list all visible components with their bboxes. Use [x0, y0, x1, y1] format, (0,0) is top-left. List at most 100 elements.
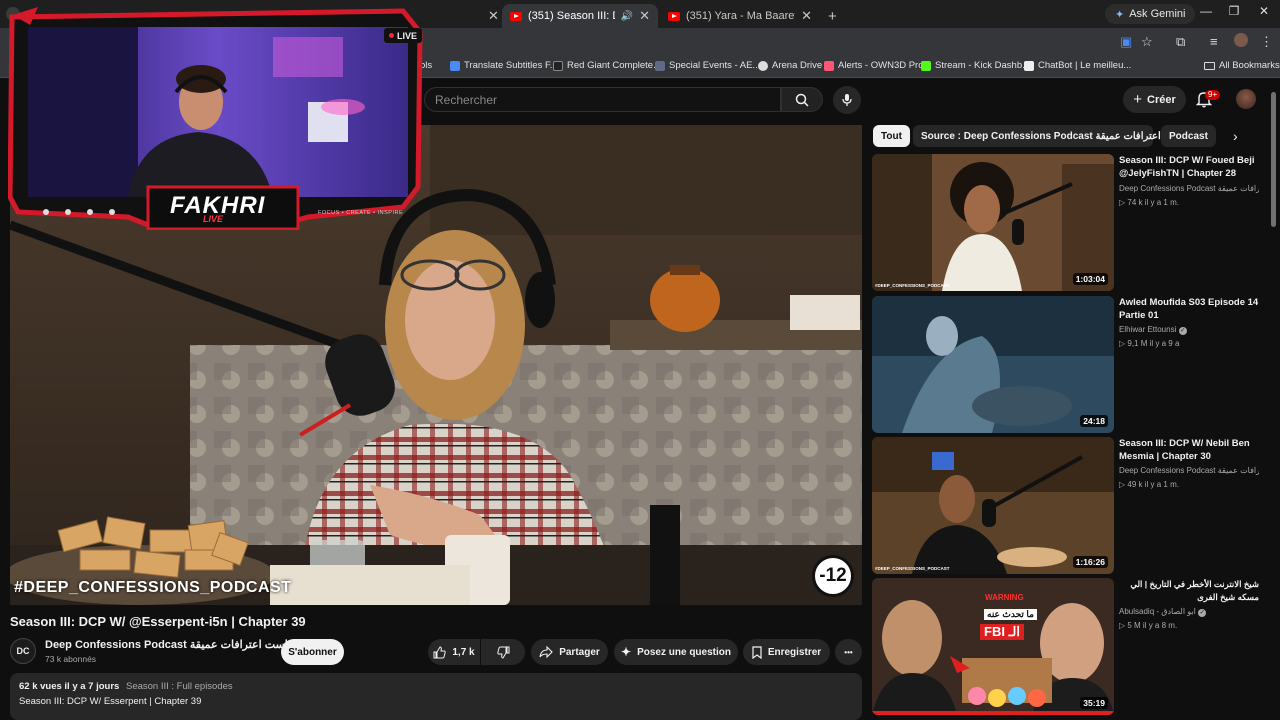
- bookmark-item[interactable]: ChatBot | Le meilleu...: [1024, 60, 1131, 71]
- channel-name[interactable]: Deep Confessions Podcast بودكاست اعترافا…: [45, 638, 307, 651]
- share-arrow-icon: [539, 646, 553, 658]
- more-actions-button[interactable]: •••: [835, 639, 862, 665]
- channel-avatar[interactable]: DC: [10, 638, 36, 664]
- bookmark-item[interactable]: Special Events - AE...: [655, 60, 760, 71]
- save-button[interactable]: Enregistrer: [743, 639, 830, 665]
- live-badge: LIVE: [384, 28, 422, 43]
- recommendation-channel[interactable]: Deep Confessions Podcast بودكاست اعترافا…: [1119, 466, 1259, 475]
- share-label: Partager: [559, 646, 600, 658]
- close-icon[interactable]: ✕: [801, 8, 812, 24]
- thumbnail-fbi-text: FBI الـ: [980, 624, 1024, 640]
- bookmark-item[interactable]: Red Giant Complete...: [553, 60, 661, 71]
- recommendation-channel[interactable]: Elhiwar Ettounsi ✓: [1119, 325, 1259, 335]
- recommendation-channel-text: Elhiwar Ettounsi: [1119, 325, 1177, 334]
- thumbnail-watermark: #DEEP_CONFESSIONS_PODCAST: [875, 283, 950, 288]
- page-scrollbar[interactable]: [1271, 92, 1276, 227]
- close-icon: ✕: [488, 8, 499, 23]
- menu-kebab-icon[interactable]: ⋮: [1260, 34, 1273, 50]
- save-label: Enregistrer: [767, 646, 822, 658]
- recommendation-title[interactable]: Awled Moufida S03 Episode 14 Partie 01: [1119, 296, 1259, 322]
- recommendation-thumbnail[interactable]: WARNING ما تحدث عنه FBI الـ 35:19: [872, 578, 1114, 715]
- recommendation-thumbnail[interactable]: 24:18: [872, 296, 1114, 433]
- close-icon[interactable]: ✕: [639, 8, 650, 24]
- all-bookmarks[interactable]: All Bookmarks: [1204, 60, 1280, 71]
- recommendation-channel[interactable]: Deep Confessions Podcast بودكاست اعترافا…: [1119, 184, 1259, 193]
- plus-icon: +: [1133, 91, 1142, 108]
- bookmark-label: Alerts - OWN3D Pro: [838, 60, 924, 71]
- new-tab-button[interactable]: +: [820, 4, 842, 28]
- recommendation-title[interactable]: Season III: DCP W/ Nebil Ben Mesmia | Ch…: [1119, 437, 1259, 463]
- recommendation-thumbnail[interactable]: #DEEP_CONFESSIONS_PODCAST 1:03:04: [872, 154, 1114, 291]
- recommendation-thumbnail[interactable]: #DEEP_CONFESSIONS_PODCAST 1:16:26: [872, 437, 1114, 574]
- bookmark-label: Special Events - AE...: [669, 60, 761, 71]
- tab-active[interactable]: (351) Season III: DCP W/ @ 🔊 ✕: [502, 4, 658, 28]
- extensions-puzzle-icon[interactable]: ⧉: [1176, 34, 1185, 50]
- subscribe-button[interactable]: S'abonner: [281, 639, 344, 665]
- recommendation-meta: ▷ 49 k il y a 1 m.: [1119, 480, 1179, 489]
- microphone-icon: [842, 94, 852, 106]
- all-bookmarks-label: All Bookmarks: [1219, 60, 1280, 71]
- duration-badge: 24:18: [1080, 415, 1108, 427]
- recommendation-card[interactable]: 24:18 Awled Moufida S03 Episode 14 Parti…: [872, 296, 1267, 433]
- voice-search-button[interactable]: [833, 86, 861, 114]
- like-button[interactable]: 1,7 k: [428, 639, 480, 665]
- recommendation-title[interactable]: Season III: DCP W/ Foued Beji @JelyFishT…: [1119, 154, 1259, 180]
- recommendation-title[interactable]: شيخ الانترنت الأخطر في التاريخ | الي مسك…: [1119, 578, 1259, 604]
- streamer-live-label: LIVE: [203, 214, 224, 224]
- recommendation-card[interactable]: #DEEP_CONFESSIONS_PODCAST 1:16:26 Season…: [872, 437, 1267, 574]
- bookmark-label: Red Giant Complete...: [567, 60, 661, 71]
- ask-gemini-button[interactable]: ✦ Ask Gemini: [1105, 4, 1196, 24]
- bookmark-label: Stream - Kick Dashb...: [935, 60, 1031, 71]
- minimize-button[interactable]: —: [1192, 4, 1220, 18]
- thumbs-up-icon: [433, 645, 447, 658]
- maximize-button[interactable]: ❐: [1220, 4, 1248, 18]
- bookmark-item[interactable]: Stream - Kick Dashb...: [921, 60, 1030, 71]
- create-button[interactable]: + Créer: [1123, 86, 1186, 113]
- bookmark-item[interactable]: Arena Drive: [758, 60, 822, 71]
- search-input[interactable]: Rechercher: [424, 87, 781, 112]
- close-window-button[interactable]: ✕: [1250, 4, 1278, 18]
- bookmark-icon: [1024, 60, 1034, 71]
- streamer-webcam-overlay: LIVE FAKHRI LIVE FOCUS • CREATE • INSPIR…: [7, 7, 424, 232]
- ask-gemini-label: Ask Gemini: [1129, 8, 1186, 20]
- account-avatar[interactable]: [1236, 89, 1256, 109]
- extension-icon[interactable]: ▣: [1120, 34, 1132, 50]
- chevron-right-icon[interactable]: ›: [1233, 128, 1238, 144]
- recommendation-meta: ▷ 74 k il y a 1 m.: [1119, 198, 1179, 207]
- bookmark-icon: [450, 60, 460, 71]
- live-badge-label: LIVE: [396, 30, 417, 41]
- recommendation-meta-text: 9,1 M il y a 9 a: [1127, 339, 1180, 348]
- bookmark-label: Translate Subtitles F...: [464, 60, 558, 71]
- description-box[interactable]: 62 k vues il y a 7 jours Season III : Fu…: [10, 673, 862, 720]
- folder-icon: [1204, 61, 1215, 70]
- tab-close-button[interactable]: ✕: [480, 4, 500, 28]
- description-text: Season III: DCP W/ Esserpent | Chapter 3…: [19, 696, 202, 707]
- thumbnail-overlay-text: ما تحدث عنه: [984, 609, 1037, 620]
- thumbs-down-icon: [496, 646, 509, 659]
- profile-avatar[interactable]: [1234, 33, 1248, 47]
- chip-all[interactable]: Tout: [873, 125, 910, 147]
- bookmark-label: Arena Drive: [772, 60, 823, 71]
- sparkle-icon: ✦: [621, 645, 632, 659]
- chip-source[interactable]: Source : Deep Confessions Podcast بودكاس…: [913, 125, 1202, 147]
- chip-podcast[interactable]: Podcast: [1161, 125, 1216, 147]
- bookmark-icon: [553, 60, 563, 71]
- media-controls-icon[interactable]: ≡: [1210, 34, 1218, 49]
- share-button[interactable]: Partager: [531, 639, 608, 665]
- bookmark-star-icon[interactable]: ☆: [1141, 34, 1153, 50]
- tab-yara[interactable]: (351) Yara - Ma Baaref [Official ✕: [660, 4, 820, 28]
- create-label: Créer: [1147, 93, 1176, 106]
- duration-badge: 1:03:04: [1072, 273, 1108, 285]
- bookmark-item[interactable]: Alerts - OWN3D Pro: [824, 60, 924, 71]
- dislike-button[interactable]: [481, 639, 525, 665]
- playlist-tag[interactable]: Season III : Full episodes: [126, 681, 233, 692]
- recommendation-card[interactable]: WARNING ما تحدث عنه FBI الـ 35:19 شيخ ال…: [872, 578, 1267, 715]
- search-button[interactable]: [781, 87, 823, 112]
- recommendation-card[interactable]: #DEEP_CONFESSIONS_PODCAST 1:03:04 Season…: [872, 154, 1267, 291]
- verified-icon: ✓: [1198, 609, 1207, 617]
- bookmark-item[interactable]: Translate Subtitles F...: [450, 60, 558, 71]
- bookmark-icon: [752, 645, 762, 659]
- recommendation-channel[interactable]: Abulsadiq - ابو الصادق ✓: [1119, 607, 1259, 617]
- ask-question-button[interactable]: ✦ Posez une question: [614, 639, 738, 665]
- thumbnail-image: [872, 154, 1114, 291]
